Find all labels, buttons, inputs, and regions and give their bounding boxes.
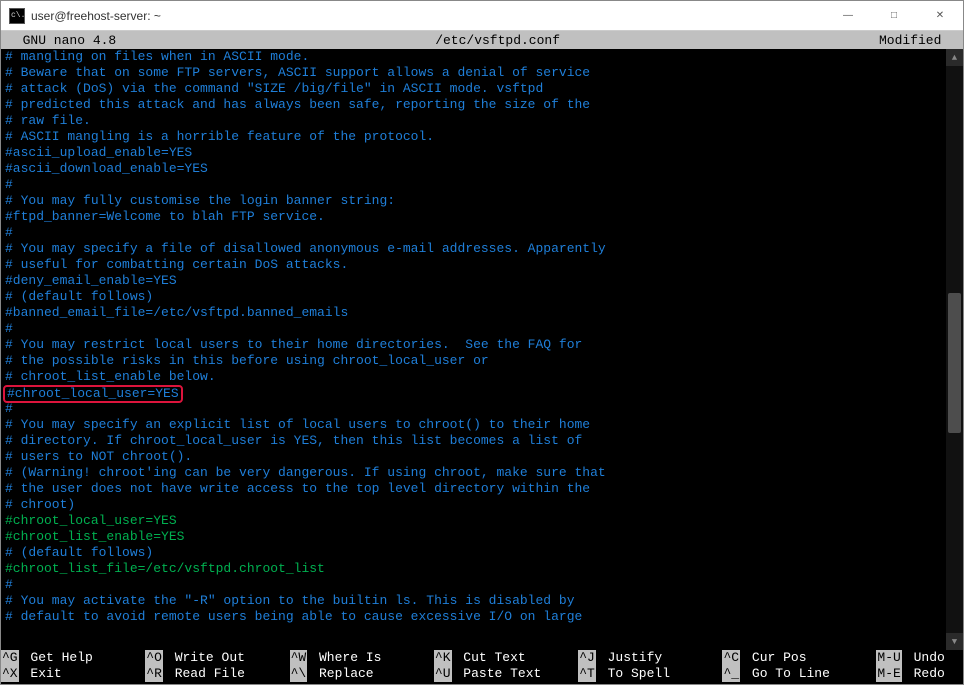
shortcut-label: Where Is (311, 650, 381, 666)
shortcut-cell: M-U Undo (876, 650, 963, 666)
shortcut-cell: ^X Exit (1, 666, 145, 682)
editor-line: #banned_email_file=/etc/vsftpd.banned_em… (5, 305, 942, 321)
editor-line: # (5, 321, 942, 337)
maximize-button[interactable]: □ (871, 1, 917, 31)
editor-line: #ftpd_banner=Welcome to blah FTP service… (5, 209, 942, 225)
shortcut-label: Read File (167, 666, 245, 682)
editor-line: # directory. If chroot_local_user is YES… (5, 433, 942, 449)
shortcut-cell: ^O Write Out (145, 650, 289, 666)
window-title: user@freehost-server: ~ (31, 9, 825, 23)
shortcut-key: ^T (578, 666, 596, 682)
shortcut-key: ^O (145, 650, 163, 666)
editor-line: # the possible risks in this before usin… (5, 353, 942, 369)
shortcut-cell: ^\ Replace (290, 666, 434, 682)
editor-line: #deny_email_enable=YES (5, 273, 942, 289)
highlighted-config-line: #chroot_local_user=YES (3, 385, 183, 403)
shortcut-key: M-E (876, 666, 901, 682)
shortcut-label: Paste Text (456, 666, 542, 682)
editor-line: #ascii_upload_enable=YES (5, 145, 942, 161)
editor-line: # (Warning! chroot'ing can be very dange… (5, 465, 942, 481)
editor-line: # chroot_list_enable below. (5, 369, 942, 385)
shortcut-label: Undo (906, 650, 945, 666)
shortcut-label: Cur Pos (744, 650, 806, 666)
editor-line: # You may activate the "-R" option to th… (5, 593, 942, 609)
shortcut-cell: M-E Redo (876, 666, 963, 682)
editor-line: # chroot) (5, 497, 942, 513)
editor-line: # (default follows) (5, 289, 942, 305)
shortcut-cell: ^U Paste Text (434, 666, 578, 682)
editor-line: # (5, 177, 942, 193)
shortcut-cell: ^C Cur Pos (722, 650, 876, 666)
shortcut-key: ^W (290, 650, 308, 666)
shortcut-cell: ^G Get Help (1, 650, 145, 666)
close-button[interactable]: ✕ (917, 1, 963, 31)
editor-line: # You may restrict local users to their … (5, 337, 942, 353)
shortcut-key: ^U (434, 666, 452, 682)
shortcut-label: Exit (23, 666, 62, 682)
editor-line: #chroot_list_enable=YES (5, 529, 942, 545)
shortcut-key: ^K (434, 650, 452, 666)
shortcut-key: ^G (1, 650, 19, 666)
shortcut-label: Go To Line (744, 666, 830, 682)
editor-line: # (5, 577, 942, 593)
shortcut-key: ^R (145, 666, 163, 682)
shortcut-key: ^X (1, 666, 19, 682)
nano-app-name: GNU nano 4.8 (7, 33, 116, 48)
editor-line: # ASCII mangling is a horrible feature o… (5, 129, 942, 145)
scroll-up-button[interactable]: ▲ (946, 49, 963, 66)
editor-line: # (5, 225, 942, 241)
shortcut-label: Cut Text (456, 650, 526, 666)
editor-line: # raw file. (5, 113, 942, 129)
editor-line: # useful for combatting certain DoS atta… (5, 257, 942, 273)
minimize-button[interactable]: ― (825, 1, 871, 31)
editor-line: # You may fully customise the login bann… (5, 193, 942, 209)
editor-line: # users to NOT chroot(). (5, 449, 942, 465)
shortcut-cell: ^K Cut Text (434, 650, 578, 666)
editor-line: # (default follows) (5, 545, 942, 561)
editor-content-area[interactable]: # mangling on files when in ASCII mode.#… (1, 49, 946, 650)
nano-status: Modified (879, 33, 957, 48)
scroll-down-button[interactable]: ▼ (946, 633, 963, 650)
editor-line: #chroot_local_user=YES (5, 385, 942, 401)
shortcut-label: Redo (906, 666, 945, 682)
editor-line: #chroot_list_file=/etc/vsftpd.chroot_lis… (5, 561, 942, 577)
shortcut-label: Replace (311, 666, 373, 682)
shortcut-cell: ^R Read File (145, 666, 289, 682)
editor-line: # default to avoid remote users being ab… (5, 609, 942, 625)
editor-line: # (5, 401, 942, 417)
editor-line: # You may specify an explicit list of lo… (5, 417, 942, 433)
nano-header-bar: GNU nano 4.8 /etc/vsftpd.conf Modified (1, 31, 963, 49)
shortcut-cell: ^J Justify (578, 650, 722, 666)
shortcut-key: ^_ (722, 666, 740, 682)
shortcut-cell: ^W Where Is (290, 650, 434, 666)
shortcut-key: ^J (578, 650, 596, 666)
editor-line: # predicted this attack and has always b… (5, 97, 942, 113)
terminal-app-icon: c\. (9, 8, 25, 24)
editor-line: # mangling on files when in ASCII mode. (5, 49, 942, 65)
shortcut-key: ^\ (290, 666, 308, 682)
scrollbar-track[interactable] (946, 66, 963, 633)
shortcut-label: Write Out (167, 650, 245, 666)
nano-shortcut-bar: ^G Get Help^O Write Out^W Where Is^K Cut… (1, 650, 963, 684)
shortcut-label: Get Help (23, 650, 93, 666)
shortcut-cell: ^_ Go To Line (722, 666, 876, 682)
shortcut-label: Justify (600, 650, 662, 666)
editor-line: # the user does not have write access to… (5, 481, 942, 497)
terminal-window: c\. user@freehost-server: ~ ― □ ✕ GNU na… (0, 0, 964, 685)
editor-line: #ascii_download_enable=YES (5, 161, 942, 177)
shortcut-key: M-U (876, 650, 901, 666)
shortcut-cell: ^T To Spell (578, 666, 722, 682)
editor-line: # You may specify a file of disallowed a… (5, 241, 942, 257)
window-titlebar: c\. user@freehost-server: ~ ― □ ✕ (1, 1, 963, 31)
shortcut-label: To Spell (600, 666, 670, 682)
editor-line: # Beware that on some FTP servers, ASCII… (5, 65, 942, 81)
vertical-scrollbar[interactable]: ▲ ▼ (946, 49, 963, 650)
nano-file-path: /etc/vsftpd.conf (116, 33, 879, 48)
scrollbar-thumb[interactable] (948, 293, 961, 433)
editor-line: # attack (DoS) via the command "SIZE /bi… (5, 81, 942, 97)
shortcut-key: ^C (722, 650, 740, 666)
editor-line: #chroot_local_user=YES (5, 513, 942, 529)
